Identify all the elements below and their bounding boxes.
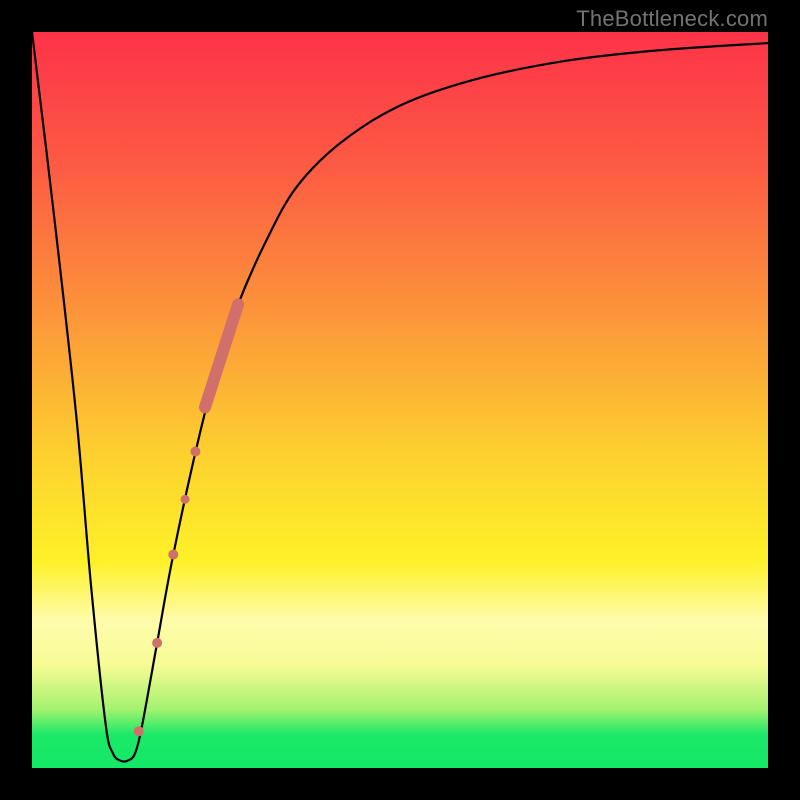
watermark-text: TheBottleneck.com xyxy=(576,6,768,32)
marker-layer xyxy=(134,304,238,736)
marker-dot xyxy=(134,726,144,736)
chart-svg xyxy=(32,32,768,768)
bottleneck-curve xyxy=(32,32,768,762)
plot-area xyxy=(32,32,768,768)
marker-dot xyxy=(152,638,162,648)
marker-dot xyxy=(190,447,200,457)
marker-segment xyxy=(205,304,238,407)
curve-path xyxy=(32,32,768,762)
chart-frame: TheBottleneck.com xyxy=(0,0,800,800)
marker-dot xyxy=(168,550,178,560)
marker-dot xyxy=(181,495,190,504)
